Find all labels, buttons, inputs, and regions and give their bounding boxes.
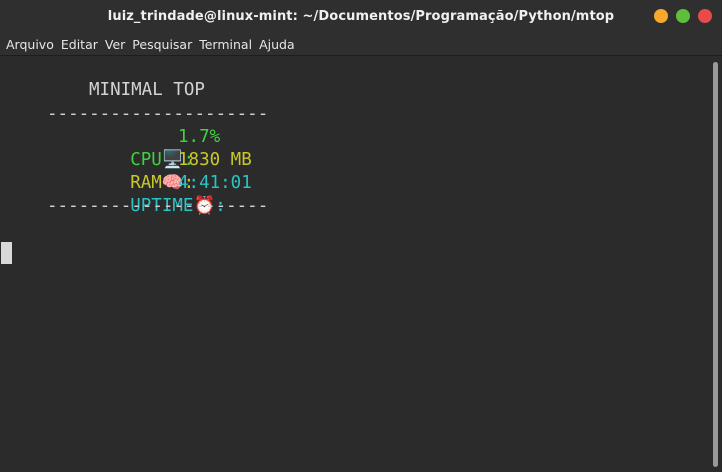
scrollbar-thumb[interactable] [713,62,718,467]
minimize-button[interactable] [654,9,668,23]
cpu-row: CPU🖥️: [67,126,194,170]
cpu-value: 1.7% [178,127,221,147]
terminal-window: luiz_trindade@linux-mint: ~/Documentos/P… [0,0,722,472]
menu-bar: Arquivo Editar Ver Pesquisar Terminal Aj… [0,33,722,56]
menu-terminal[interactable]: Terminal [199,37,252,52]
app-header: MINIMAL TOP [89,80,205,100]
text-cursor [1,242,12,264]
separator-top: --------------------- [47,104,269,124]
window-title: luiz_trindade@linux-mint: ~/Documentos/P… [107,9,615,24]
scrollbar[interactable] [708,57,722,472]
uptime-value: 4:41:01 [178,173,252,193]
menu-pesquisar[interactable]: Pesquisar [132,37,192,52]
menu-ajuda[interactable]: Ajuda [259,37,295,52]
menu-ver[interactable]: Ver [105,37,125,52]
menu-editar[interactable]: Editar [61,37,98,52]
window-controls [654,9,712,24]
menu-arquivo[interactable]: Arquivo [6,37,54,52]
ram-row: RAM🧠: [67,149,194,193]
close-button[interactable] [698,9,712,23]
terminal-output[interactable]: MINIMAL TOP --------------------- CPU🖥️:… [0,57,708,472]
title-bar[interactable]: luiz_trindade@linux-mint: ~/Documentos/P… [0,0,722,33]
maximize-button[interactable] [676,9,690,23]
separator-bottom: --------------------- [47,196,269,216]
ram-value: 1830 MB [178,150,252,170]
